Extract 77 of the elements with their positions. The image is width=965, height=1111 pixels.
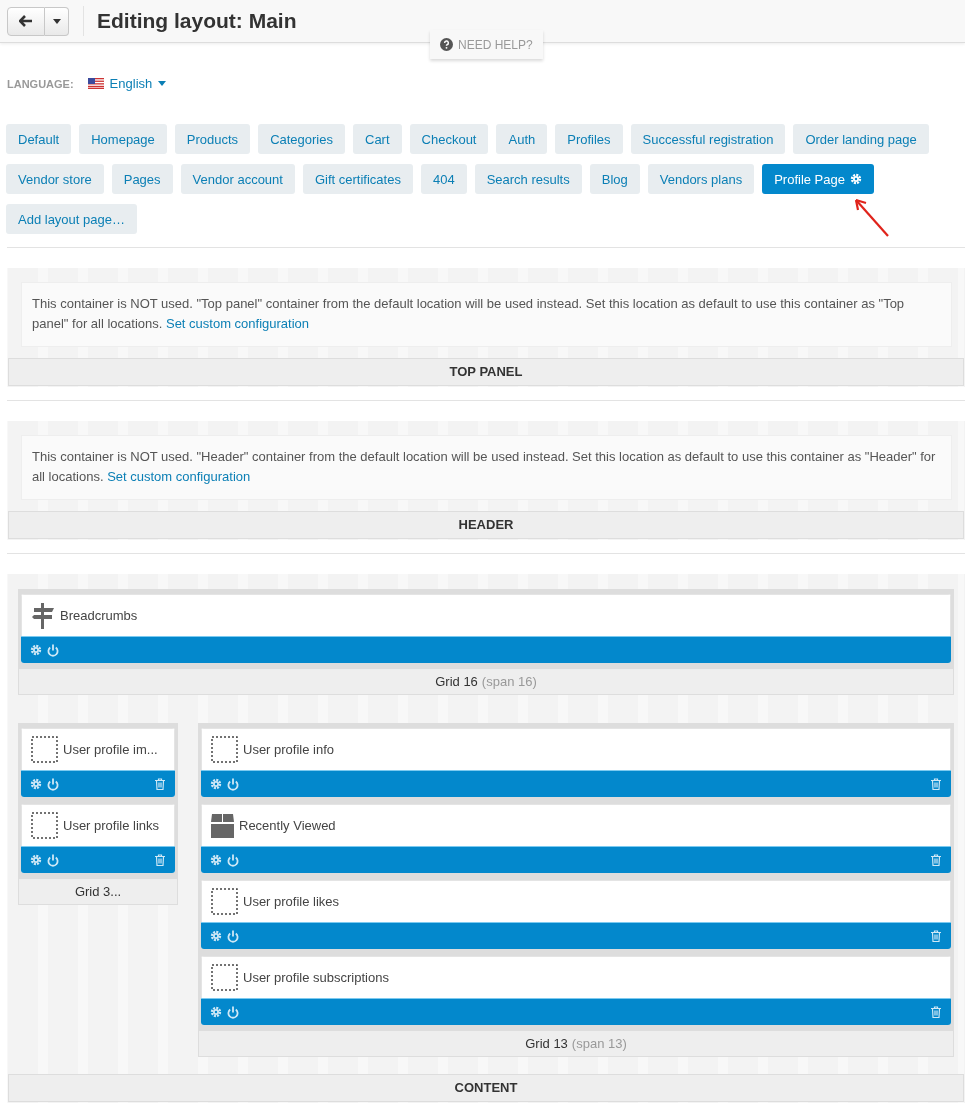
signpost-icon — [31, 602, 55, 629]
layout-block[interactable]: User profile im... — [21, 728, 175, 797]
layout-tab[interactable]: Vendor account — [180, 164, 295, 194]
layout-tab[interactable]: Vendors plans — [647, 164, 755, 194]
layout-tab[interactable]: Vendor store — [6, 164, 104, 194]
layout-tab[interactable]: Profile Page — [762, 164, 874, 194]
notice-message: This container is NOT used. "Top panel" container from the default location will be used instead. Set this location as default to use this container as "Top panel" for all locations. Set custom configuration — [21, 282, 952, 347]
power-icon[interactable] — [47, 777, 59, 791]
grid-title: Grid 16 (span 16) — [435, 674, 537, 689]
container-label: TOP PANEL — [8, 358, 964, 386]
layout-tab[interactable]: Search results — [474, 164, 582, 194]
placeholder-icon — [31, 736, 58, 763]
trash-icon[interactable] — [931, 930, 941, 942]
layout-tab[interactable]: Pages — [111, 164, 173, 194]
layout-tab[interactable]: Default — [6, 124, 72, 154]
caret-icon — [158, 81, 167, 86]
container-label: HEADER — [8, 511, 964, 539]
flag-icon — [87, 78, 104, 89]
container-label: CONTENT — [8, 1074, 964, 1102]
power-icon[interactable] — [227, 1005, 239, 1019]
help-button[interactable]: NEED HELP? — [430, 30, 543, 59]
trash-icon[interactable] — [155, 778, 165, 790]
placeholder-icon — [211, 964, 238, 991]
dropdown-button[interactable] — [45, 6, 69, 36]
settings-icon[interactable] — [30, 854, 42, 866]
power-icon[interactable] — [227, 853, 239, 867]
power-icon[interactable] — [47, 643, 59, 657]
trash-icon[interactable] — [931, 854, 941, 866]
power-icon[interactable] — [227, 929, 239, 943]
add-layout-page-button[interactable]: Add layout page… — [6, 204, 137, 234]
layout-tab[interactable]: Categories — [258, 124, 345, 154]
caret-icon — [52, 18, 61, 24]
settings-icon[interactable] — [30, 644, 42, 656]
power-icon[interactable] — [227, 777, 239, 791]
settings-icon[interactable] — [210, 778, 222, 790]
layout-tab[interactable]: Products — [174, 124, 251, 154]
trash-icon[interactable] — [155, 854, 165, 866]
custom-configuration-link[interactable]: Set custom configuration — [165, 316, 310, 331]
layout-tab[interactable]: Successful registration — [630, 124, 786, 154]
placeholder-icon — [211, 736, 238, 763]
layout-tab[interactable]: Auth — [496, 124, 548, 154]
language-label: LANGUAGE: — [7, 77, 74, 90]
layout-tab[interactable]: 404 — [420, 164, 467, 194]
layout-block[interactable]: User profile info — [201, 728, 951, 797]
notice-message: This container is NOT used. "Header" container from the default location will be used instead. Set this location as default to use this container as "Header" for all locations. Set custom configuration — [21, 435, 952, 500]
layout-tab[interactable]: Homepage — [79, 124, 167, 154]
trash-icon[interactable] — [931, 778, 941, 790]
layout-block[interactable]: Breadcrumbs — [21, 594, 951, 663]
language-dropdown[interactable]: English — [87, 76, 167, 91]
settings-icon — [850, 173, 862, 185]
custom-configuration-link[interactable]: Set custom configuration — [107, 469, 251, 484]
back-arrow-icon — [19, 15, 33, 27]
power-icon[interactable] — [47, 853, 59, 867]
settings-icon[interactable] — [210, 1006, 222, 1018]
layout-tab[interactable]: Blog — [589, 164, 640, 194]
back-button[interactable] — [7, 6, 45, 36]
settings-icon[interactable] — [210, 854, 222, 866]
grid-title: Grid 3... — [74, 884, 122, 899]
layout-block[interactable]: User profile subscriptions — [201, 956, 951, 1025]
trash-icon[interactable] — [931, 1006, 941, 1018]
placeholder-icon — [31, 812, 58, 839]
layout-tab[interactable]: Profiles — [555, 124, 623, 154]
placeholder-icon — [211, 888, 238, 915]
page-title: Editing layout: Main — [97, 9, 297, 33]
layout-block[interactable]: Recently Viewed — [201, 804, 951, 873]
layout-tab[interactable]: Checkout — [409, 124, 489, 154]
layout-block[interactable]: User profile links — [21, 804, 175, 873]
box-icon — [211, 813, 234, 838]
help-icon — [440, 38, 453, 51]
settings-icon[interactable] — [210, 930, 222, 942]
layout-tab[interactable]: Gift certificates — [302, 164, 413, 194]
layout-tab[interactable]: Order landing page — [793, 124, 929, 154]
layout-block[interactable]: User profile likes — [201, 880, 951, 949]
annotation-arrow — [852, 196, 892, 238]
settings-icon[interactable] — [30, 778, 42, 790]
grid-title: Grid 13 (span 13) — [525, 1036, 627, 1051]
layout-tab[interactable]: Cart — [353, 124, 402, 154]
